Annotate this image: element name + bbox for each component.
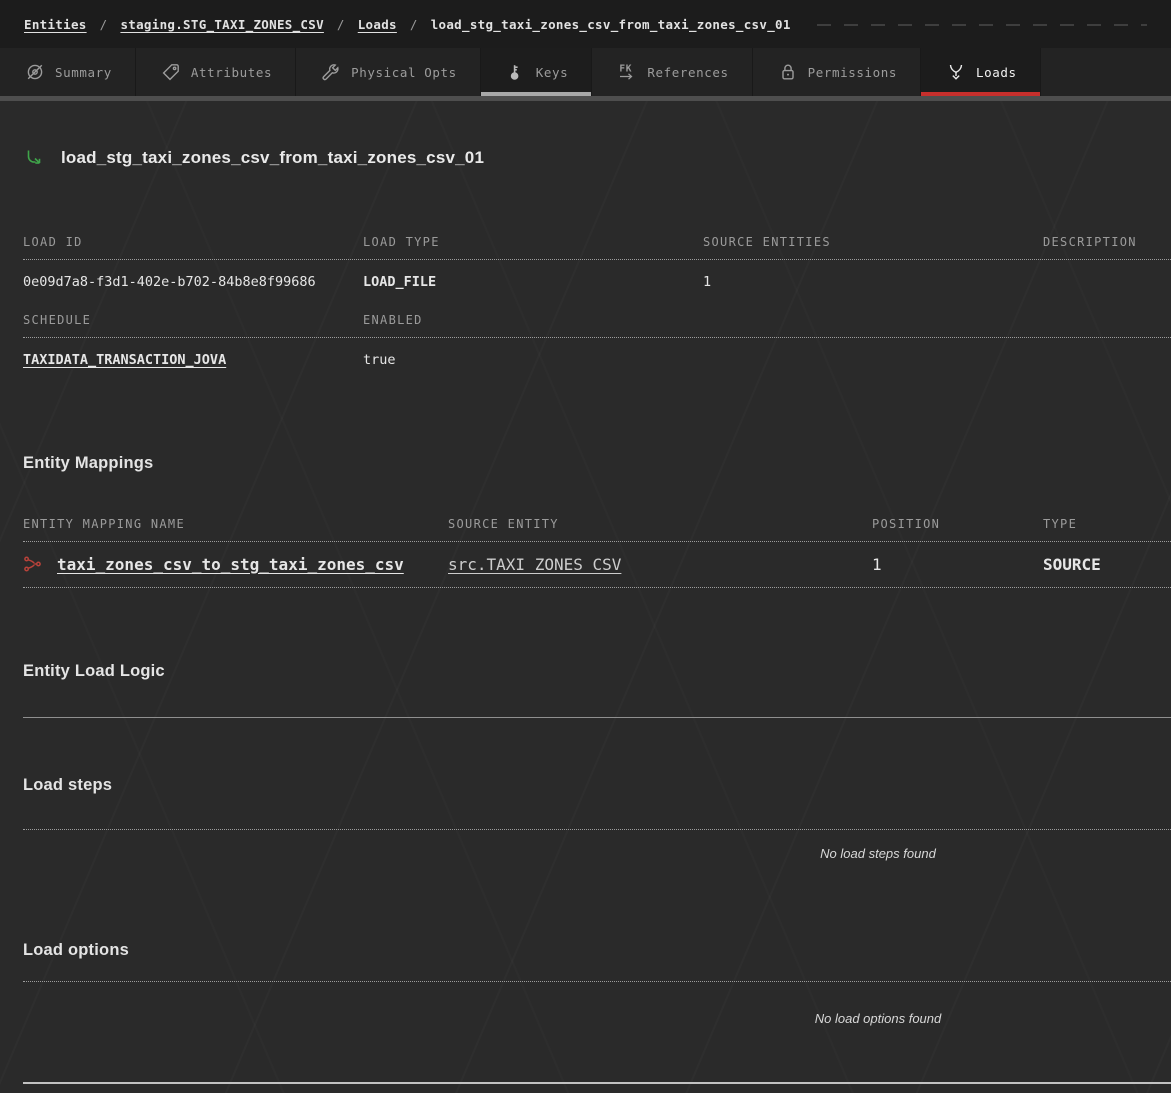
load-details-row: 0e09d7a8-f3d1-402e-b702-84b8e8f99686 LOA… <box>23 260 1171 303</box>
breadcrumb-dashed-filler <box>817 24 1147 26</box>
breadcrumb-separator: / <box>410 17 418 32</box>
horizontal-scrollbar[interactable] <box>0 96 1171 101</box>
tab-label: Summary <box>55 65 112 80</box>
source-entities-count: 1 <box>703 273 1043 291</box>
breadcrumb: Entities / staging.STG_TAXI_ZONES_CSV / … <box>0 0 1171 48</box>
description-value <box>1043 273 1171 291</box>
lock-icon <box>778 62 798 82</box>
page-title: load_stg_taxi_zones_csv_from_taxi_zones_… <box>61 148 484 168</box>
tab-loads[interactable]: Loads <box>921 48 1041 96</box>
load-details-table: LOAD ID LOAD TYPE SOURCE ENTITIES DESCRI… <box>23 234 1171 303</box>
tab-label: References <box>647 65 728 80</box>
column-header-type: TYPE <box>1043 516 1171 532</box>
summary-icon <box>25 62 45 82</box>
load-steps-divider <box>23 829 1171 830</box>
mapping-type-value: SOURCE <box>1043 555 1171 574</box>
enabled-value: true <box>363 351 1171 369</box>
column-header-entity-mapping-name: ENTITY MAPPING NAME <box>23 516 448 532</box>
tab-label: Attributes <box>191 65 272 80</box>
breadcrumb-link-entities[interactable]: Entities <box>24 17 87 32</box>
tab-physical-opts[interactable]: Physical Opts <box>296 48 481 96</box>
breadcrumb-link-entity[interactable]: staging.STG_TAXI_ZONES_CSV <box>120 17 323 32</box>
entity-mapping-row: taxi_zones_csv_to_stg_taxi_zones_csv src… <box>23 542 1171 588</box>
entity-mapping-name-link[interactable]: taxi_zones_csv_to_stg_taxi_zones_csv <box>57 555 404 574</box>
tab-label: Physical Opts <box>351 65 457 80</box>
column-header-source-entities: SOURCE ENTITIES <box>703 234 1043 250</box>
schedule-link[interactable]: TAXIDATA_TRANSACTION_JOVA <box>23 352 226 368</box>
tab-keys[interactable]: Keys <box>481 48 593 96</box>
load-id-value: 0e09d7a8-f3d1-402e-b702-84b8e8f99686 <box>23 273 363 291</box>
column-header-load-id: LOAD ID <box>23 234 363 250</box>
load-detail-page: load_stg_taxi_zones_csv_from_taxi_zones_… <box>0 145 1171 1084</box>
entity-load-logic-heading: Entity Load Logic <box>23 662 1171 684</box>
bottom-section-divider <box>23 1082 1171 1084</box>
column-header-load-type: LOAD TYPE <box>363 234 703 250</box>
load-steps-empty-state: No load steps found <box>23 843 1171 862</box>
column-header-position: POSITION <box>872 516 1043 532</box>
tab-label: Permissions <box>808 65 897 80</box>
entity-tab-bar: Summary Attributes Physical Opts Keys FK… <box>0 48 1171 96</box>
tab-label: Keys <box>536 65 569 80</box>
fk-arrow-icon: FK <box>617 62 637 82</box>
column-header-description: DESCRIPTION <box>1043 234 1171 250</box>
entity-load-logic-divider <box>23 717 1171 718</box>
tab-label: Loads <box>976 65 1017 80</box>
tab-summary[interactable]: Summary <box>0 48 136 96</box>
load-details-header-row: LOAD ID LOAD TYPE SOURCE ENTITIES DESCRI… <box>23 234 1171 260</box>
entity-mappings-table: ENTITY MAPPING NAME SOURCE ENTITY POSITI… <box>23 516 1171 588</box>
breadcrumb-current-load: load_stg_taxi_zones_csv_from_taxi_zones_… <box>431 17 791 32</box>
breadcrumb-link-loads[interactable]: Loads <box>358 17 397 32</box>
breadcrumb-separator: / <box>337 17 345 32</box>
entity-mappings-header-row: ENTITY MAPPING NAME SOURCE ENTITY POSITI… <box>23 516 1171 542</box>
schedule-table: SCHEDULE ENABLED TAXIDATA_TRANSACTION_JO… <box>23 312 1171 381</box>
position-value: 1 <box>872 555 1043 574</box>
svg-text:FK: FK <box>620 64 633 75</box>
load-steps-empty-message: No load steps found <box>820 846 936 861</box>
tab-permissions[interactable]: Permissions <box>753 48 921 96</box>
load-title-row: load_stg_taxi_zones_csv_from_taxi_zones_… <box>23 145 1171 171</box>
schedule-row: TAXIDATA_TRANSACTION_JOVA true <box>23 338 1171 381</box>
load-steps-heading: Load steps <box>23 776 1171 798</box>
tab-references[interactable]: FK References <box>592 48 752 96</box>
column-header-schedule: SCHEDULE <box>23 312 363 328</box>
load-options-empty-message: No load options found <box>815 1011 941 1026</box>
mapping-branch-icon <box>23 554 43 574</box>
load-options-heading: Load options <box>23 941 1171 963</box>
schedule-header-row: SCHEDULE ENABLED <box>23 312 1171 338</box>
key-icon <box>506 62 526 82</box>
column-header-enabled: ENABLED <box>363 312 1171 328</box>
breadcrumb-separator: / <box>100 17 108 32</box>
tab-attributes[interactable]: Attributes <box>136 48 296 96</box>
merge-down-icon <box>946 62 966 82</box>
load-options-empty-state: No load options found <box>23 1008 1171 1027</box>
load-options-divider <box>23 981 1171 982</box>
column-header-source-entity: SOURCE ENTITY <box>448 516 872 532</box>
tag-icon <box>161 62 181 82</box>
entity-mappings-heading: Entity Mappings <box>23 454 1171 476</box>
source-entity-link[interactable]: src.TAXI_ZONES_CSV <box>448 555 621 574</box>
load-arrow-icon <box>23 147 45 169</box>
load-type-value: LOAD_FILE <box>363 273 703 291</box>
wrench-icon <box>321 62 341 82</box>
